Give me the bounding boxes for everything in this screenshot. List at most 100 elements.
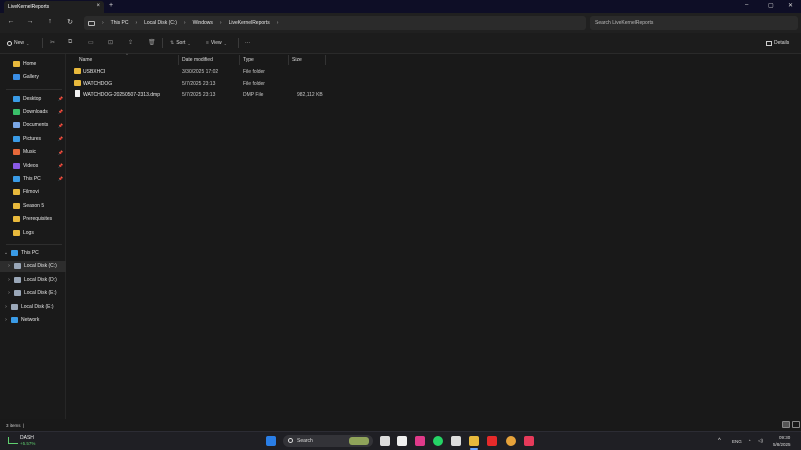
sidebar-item-home[interactable]: Home [0, 58, 66, 69]
column-divider[interactable] [239, 55, 240, 65]
youtube-icon[interactable] [487, 436, 497, 446]
whatsapp-icon[interactable] [433, 436, 443, 446]
taskbar-search[interactable]: Search [283, 435, 373, 447]
chevron-down-icon[interactable]: ⌄ [3, 250, 9, 256]
new-button[interactable]: New ⌄ [7, 40, 29, 46]
forward-button[interactable]: → [25, 18, 35, 25]
sidebar-item-downloads[interactable]: Downloads 📌 [0, 106, 66, 117]
sidebar-item-videos[interactable]: Videos 📌 [0, 160, 66, 171]
clock-date[interactable]: 5/8/2025 [773, 442, 791, 447]
chrome-icon[interactable] [506, 436, 516, 446]
sidebar-item-this-pc[interactable]: ⌄ This PC [0, 247, 66, 258]
file-row[interactable]: WATCHDOG-20250507-2313.dmp 5/7/2025 23:13… [66, 89, 801, 100]
refresh-button[interactable]: ↻ [65, 18, 75, 26]
sidebar-item-logs[interactable]: Logs [0, 227, 66, 238]
details-view-button[interactable] [782, 421, 790, 428]
wifi-icon[interactable]: ◔ [748, 438, 751, 443]
new-tab-button[interactable]: + [109, 2, 113, 9]
cut-icon[interactable]: ✂ [50, 39, 55, 46]
paste-icon[interactable]: ▭ [88, 39, 94, 46]
file-type: File folder [243, 80, 265, 87]
chevron-right-icon[interactable]: › [6, 263, 12, 269]
sidebar-item-label: Local Disk (D:) [24, 276, 57, 283]
store-icon[interactable] [397, 436, 407, 446]
sidebar-item-label: Network [21, 316, 40, 323]
maximize-button[interactable]: ▢ [768, 2, 774, 9]
file-icon [75, 90, 80, 97]
copilot-icon[interactable] [415, 436, 425, 446]
rename-icon[interactable]: ⊡ [108, 39, 113, 46]
volume-icon[interactable]: ◁) [758, 438, 763, 444]
column-name[interactable]: Name [79, 57, 92, 63]
breadcrumb-windows[interactable]: Windows [193, 20, 213, 26]
file-row[interactable]: WATCHDOG 5/7/2025 23:13 File folder [66, 78, 801, 89]
chevron-right-icon[interactable]: › [3, 304, 9, 310]
details-label: Details [774, 40, 790, 46]
network-icon [11, 316, 18, 323]
clock-time[interactable]: 09:30 [779, 435, 790, 440]
file-size: 982,112 KB [297, 92, 323, 98]
task-view-icon[interactable] [380, 436, 390, 446]
sort-button[interactable]: ⇅ Sort ⌄ [170, 40, 191, 46]
sidebar-item-local-disk-c[interactable]: › Local Disk (C:) [0, 260, 66, 272]
breadcrumb-local-disk-c[interactable]: Local Disk (C:) [144, 20, 177, 26]
search-placeholder: Search LiveKernelReports [595, 20, 654, 26]
file-row[interactable]: USBXHCI 3/30/2025 17:02 File folder [66, 66, 801, 77]
column-divider[interactable] [325, 55, 326, 65]
search-input[interactable]: Search LiveKernelReports [590, 16, 798, 30]
sidebar-item-gallery[interactable]: Gallery [0, 71, 66, 82]
sidebar-divider [6, 244, 62, 246]
delete-icon[interactable]: 🗑 [148, 39, 156, 46]
sidebar-item-local-disk-e[interactable]: › Local Disk (E:) [0, 301, 66, 312]
tab-close-icon[interactable]: × [96, 3, 100, 9]
column-date-modified[interactable]: Date modified [182, 57, 213, 63]
column-size[interactable]: Size [292, 57, 302, 63]
tiles-view-button[interactable] [792, 421, 800, 428]
file-date: 5/7/2025 23:13 [182, 92, 216, 98]
sidebar-item-documents[interactable]: Documents 📌 [0, 120, 66, 131]
minimize-button[interactable]: – [745, 2, 748, 8]
column-divider[interactable] [288, 55, 289, 65]
sidebar-item-label: Prerequisites [23, 216, 53, 223]
breadcrumb-livekernelreports[interactable]: LiveKernelReports [229, 20, 270, 26]
sidebar-item-local-disk-d[interactable]: › Local Disk (D:) [0, 274, 66, 285]
chevron-down-icon: ⌄ [223, 40, 228, 46]
back-button[interactable]: ← [6, 18, 16, 25]
address-bar[interactable]: › This PC › Local Disk (C:) › Windows › … [84, 16, 586, 30]
pin-icon: 📌 [58, 163, 63, 168]
start-icon[interactable] [266, 436, 276, 446]
chevron-right-icon[interactable]: › [6, 277, 12, 283]
language-indicator[interactable]: ENG [732, 439, 742, 444]
sidebar-item-label: Local Disk (E:) [21, 303, 54, 310]
terminal-icon[interactable] [451, 436, 461, 446]
copy-icon[interactable]: ⧉ [68, 39, 72, 46]
sidebar-item-local-disk-e[interactable]: › Local Disk (E:) [0, 288, 66, 299]
column-type[interactable]: Type [243, 57, 254, 63]
pin-icon: 📌 [58, 96, 63, 101]
sidebar-item-season-5[interactable]: Season 5 [0, 200, 66, 211]
videos-icon [13, 162, 20, 169]
sidebar-item-filmovi[interactable]: Filmovi [0, 187, 66, 198]
app-icon[interactable] [524, 436, 534, 446]
sidebar-item-pictures[interactable]: Pictures 📌 [0, 133, 66, 144]
breadcrumb-this-pc[interactable]: This PC [111, 20, 129, 26]
chevron-right-icon[interactable]: › [6, 290, 12, 296]
view-button[interactable]: ≡ View ⌄ [206, 40, 227, 46]
file-explorer-icon[interactable] [469, 436, 479, 446]
tray-expand-icon[interactable]: ^ [718, 438, 721, 444]
tab-livekernelreports[interactable]: LiveKernelReports × [4, 1, 104, 13]
close-button[interactable]: ✕ [788, 2, 793, 9]
column-divider[interactable] [178, 55, 179, 65]
sidebar-item-prerequisites[interactable]: Prerequisites [0, 214, 66, 225]
sidebar-item-desktop[interactable]: Desktop 📌 [0, 93, 66, 104]
documents-icon [13, 122, 20, 129]
more-options-button[interactable]: ··· [245, 40, 250, 46]
up-button[interactable]: ↑ [45, 18, 55, 25]
share-icon[interactable]: ⇪ [128, 39, 133, 46]
chevron-right-icon[interactable]: › [3, 317, 9, 323]
details-pane-button[interactable]: Details [766, 40, 789, 46]
sidebar-item-music[interactable]: Music 📌 [0, 147, 66, 158]
sidebar-item-this-pc[interactable]: This PC 📌 [0, 173, 66, 184]
sidebar-item-network[interactable]: › Network [0, 314, 66, 325]
taskbar-search-label: Search [297, 438, 313, 444]
